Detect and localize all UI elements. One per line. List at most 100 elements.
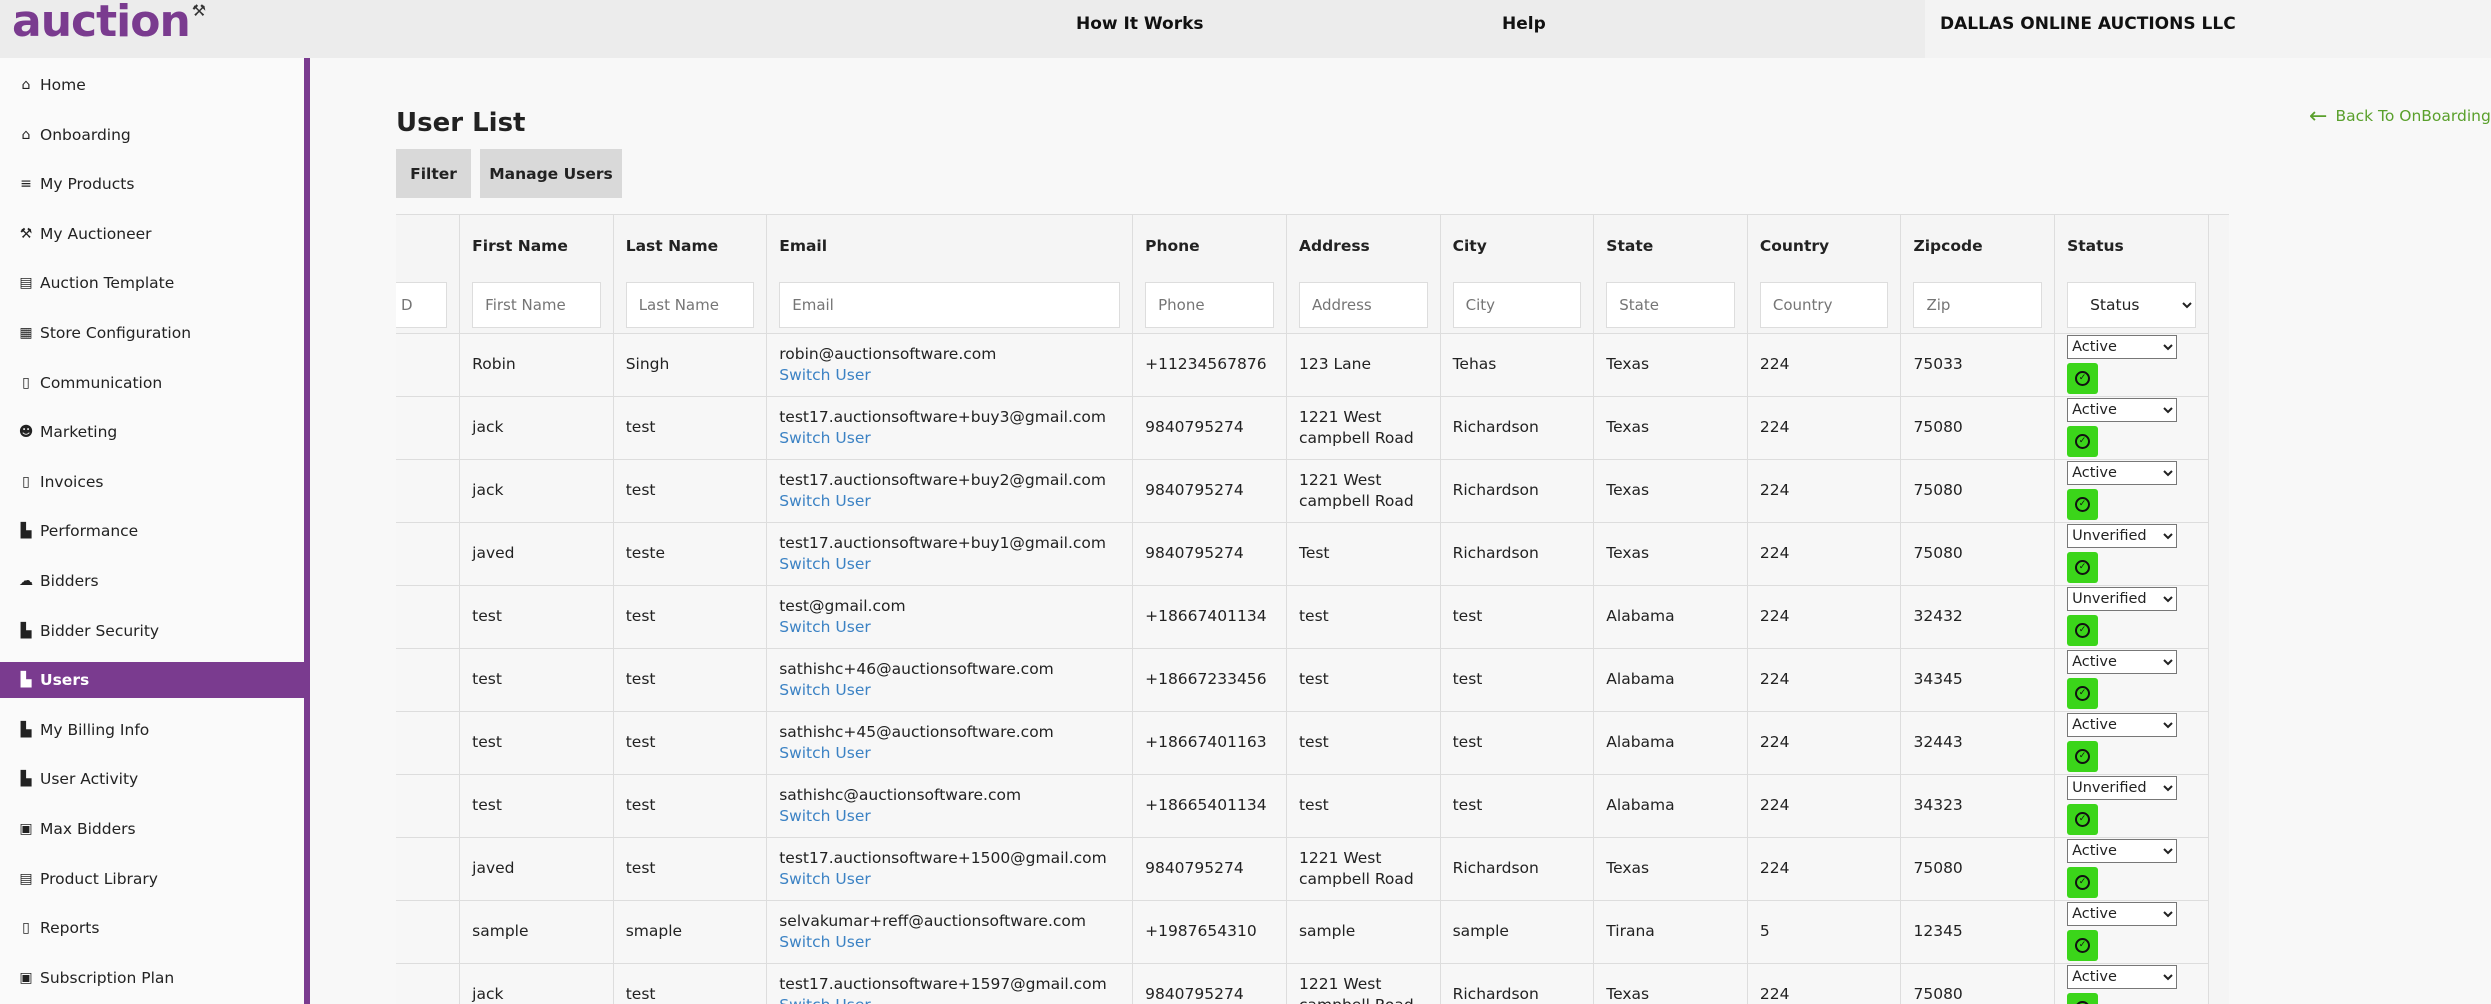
save-status-button[interactable]: ✓ xyxy=(2067,363,2099,394)
sidebar-item-product-library[interactable]: ▤ Product Library xyxy=(0,861,304,897)
switch-user-link[interactable]: Switch User xyxy=(779,743,1132,764)
column-header-address[interactable]: Address xyxy=(1286,215,1441,277)
column-header-state[interactable]: State xyxy=(1593,215,1748,277)
cell-zip: 12345 xyxy=(1900,899,2056,963)
cell-phone: 9840795274 xyxy=(1132,836,1287,900)
zip-filter-input[interactable] xyxy=(1913,281,2043,328)
sidebar-item-my-billing-info[interactable]: ▙ My Billing Info xyxy=(0,712,304,748)
sidebar-item-max-bidders[interactable]: ▣ Max Bidders xyxy=(0,811,304,847)
store-configuration-icon: ▦ xyxy=(19,325,33,341)
cell-email: test@gmail.com Switch User xyxy=(766,584,1134,648)
sidebar-item-bidders[interactable]: ☁ Bidders xyxy=(0,563,304,599)
sidebar-item-onboarding[interactable]: ⌂ Onboarding xyxy=(0,117,304,153)
user-table-container[interactable]: First Name Last Name Email Phone Address… xyxy=(396,214,2229,1004)
subscription-plan-icon: ▣ xyxy=(19,969,33,986)
switch-user-link[interactable]: Switch User xyxy=(779,806,1132,827)
first-name-filter-input[interactable] xyxy=(472,281,601,328)
company-menu[interactable]: DALLAS ONLINE AUCTIONS LLC xyxy=(1925,0,2491,58)
status-select[interactable]: ActiveUnverified xyxy=(2067,713,2178,737)
sidebar-item-communication[interactable]: ▯ Communication xyxy=(0,365,304,401)
sidebar-item-auction-template[interactable]: ▤ Auction Template xyxy=(0,265,304,301)
save-status-button[interactable]: ✓ xyxy=(2067,930,2099,961)
cell-city: test xyxy=(1440,584,1595,648)
column-header-zipcode[interactable]: Zipcode xyxy=(1900,215,2056,277)
save-status-button[interactable]: ✓ xyxy=(2067,867,2099,898)
cell-zip: 34323 xyxy=(1900,773,2056,837)
filter-button[interactable]: Filter xyxy=(396,149,471,198)
status-select[interactable]: ActiveUnverified xyxy=(2067,776,2178,800)
cell-city: sample xyxy=(1440,899,1595,963)
sidebar-item-my-products[interactable]: ≡ My Products xyxy=(0,166,304,202)
save-status-button[interactable]: ✓ xyxy=(2067,426,2099,457)
address-filter-input[interactable] xyxy=(1298,281,1428,328)
save-status-button[interactable]: ✓ xyxy=(2067,993,2099,1004)
status-select[interactable]: ActiveUnverified xyxy=(2067,461,2178,485)
switch-user-link[interactable]: Switch User xyxy=(779,365,1132,386)
column-header-city[interactable]: City xyxy=(1440,215,1595,277)
nav-help[interactable]: Help xyxy=(1502,14,1546,34)
id-filter-input[interactable] xyxy=(396,281,448,328)
status-select[interactable]: ActiveUnverified xyxy=(2067,524,2178,548)
switch-user-link[interactable]: Switch User xyxy=(779,428,1132,449)
sidebar-item-users[interactable]: ▙ Users xyxy=(0,662,304,699)
sidebar-item-my-auctioneer[interactable]: ⚒ My Auctioneer xyxy=(0,216,304,252)
email-filter-input[interactable] xyxy=(779,281,1121,328)
arrow-left-icon: ← xyxy=(2309,104,2328,129)
switch-user-link[interactable]: Switch User xyxy=(779,554,1132,575)
cell-status: ActiveUnverified ✓ xyxy=(2054,962,2209,1004)
switch-user-link[interactable]: Switch User xyxy=(779,491,1132,512)
column-header-first-name[interactable]: First Name xyxy=(459,215,614,277)
sidebar-item-user-activity[interactable]: ▙ User Activity xyxy=(0,761,304,797)
sidebar-item-store-configuration[interactable]: ▦ Store Configuration xyxy=(0,315,304,351)
email-text: selvakumar+reff@auctionsoftware.com xyxy=(779,911,1086,930)
switch-user-link[interactable]: Switch User xyxy=(779,932,1132,953)
cell-id xyxy=(396,458,461,522)
status-select[interactable]: ActiveUnverified xyxy=(2067,902,2178,926)
cell-status: ActiveUnverified ✓ xyxy=(2054,899,2209,963)
phone-filter-input[interactable] xyxy=(1145,281,1274,328)
status-select[interactable]: ActiveUnverified xyxy=(2067,650,2178,674)
cell-phone: +18667401134 xyxy=(1132,584,1287,648)
sidebar-item-invoices[interactable]: ▯ Invoices xyxy=(0,464,304,500)
cell-state: Texas xyxy=(1593,962,1748,1004)
column-header-phone[interactable]: Phone xyxy=(1132,215,1287,277)
last-name-filter-input[interactable] xyxy=(625,281,755,328)
cell-last: test xyxy=(613,584,768,648)
sidebar-item-reports[interactable]: ▯ Reports xyxy=(0,910,304,946)
sidebar-item-home[interactable]: ⌂ Home xyxy=(0,67,304,103)
column-header-status[interactable]: Status xyxy=(2054,215,2209,277)
status-select[interactable]: ActiveUnverified xyxy=(2067,335,2178,359)
save-status-button[interactable]: ✓ xyxy=(2067,489,2099,520)
save-status-button[interactable]: ✓ xyxy=(2067,552,2099,583)
status-select[interactable]: ActiveUnverified xyxy=(2067,587,2178,611)
logo[interactable]: auction ⚒ xyxy=(12,0,206,44)
cell-id xyxy=(396,962,461,1004)
manage-users-button[interactable]: Manage Users xyxy=(480,149,622,198)
cell-address: test xyxy=(1286,773,1441,837)
save-status-button[interactable]: ✓ xyxy=(2067,804,2099,835)
cell-city: Richardson xyxy=(1440,395,1595,459)
switch-user-link[interactable]: Switch User xyxy=(779,995,1132,1004)
column-header-email[interactable]: Email xyxy=(766,215,1134,277)
status-select[interactable]: ActiveUnverified xyxy=(2067,398,2178,422)
back-to-onboarding-link[interactable]: ← Back To OnBoarding xyxy=(2309,104,2491,129)
sidebar-item-bidder-security[interactable]: ▙ Bidder Security xyxy=(0,613,304,649)
nav-how-it-works[interactable]: How It Works xyxy=(1076,14,1204,34)
status-select[interactable]: ActiveUnverified xyxy=(2067,965,2178,990)
status-filter-select[interactable]: Status xyxy=(2067,281,2196,328)
country-filter-input[interactable] xyxy=(1759,281,1889,328)
city-filter-input[interactable] xyxy=(1452,281,1582,328)
state-filter-input[interactable] xyxy=(1606,281,1735,328)
save-status-button[interactable]: ✓ xyxy=(2067,741,2099,772)
sidebar-item-marketing[interactable]: ☻ Marketing xyxy=(0,414,304,450)
save-status-button[interactable]: ✓ xyxy=(2067,615,2099,646)
sidebar-item-subscription-plan[interactable]: ▣ Subscription Plan xyxy=(0,960,304,996)
switch-user-link[interactable]: Switch User xyxy=(779,617,1132,638)
sidebar-item-performance[interactable]: ▙ Performance xyxy=(0,513,304,549)
column-header-last-name[interactable]: Last Name xyxy=(613,215,768,277)
status-select[interactable]: ActiveUnverified xyxy=(2067,839,2178,863)
switch-user-link[interactable]: Switch User xyxy=(779,869,1132,890)
column-header-country[interactable]: Country xyxy=(1747,215,1902,277)
save-status-button[interactable]: ✓ xyxy=(2067,678,2099,709)
switch-user-link[interactable]: Switch User xyxy=(779,680,1132,701)
